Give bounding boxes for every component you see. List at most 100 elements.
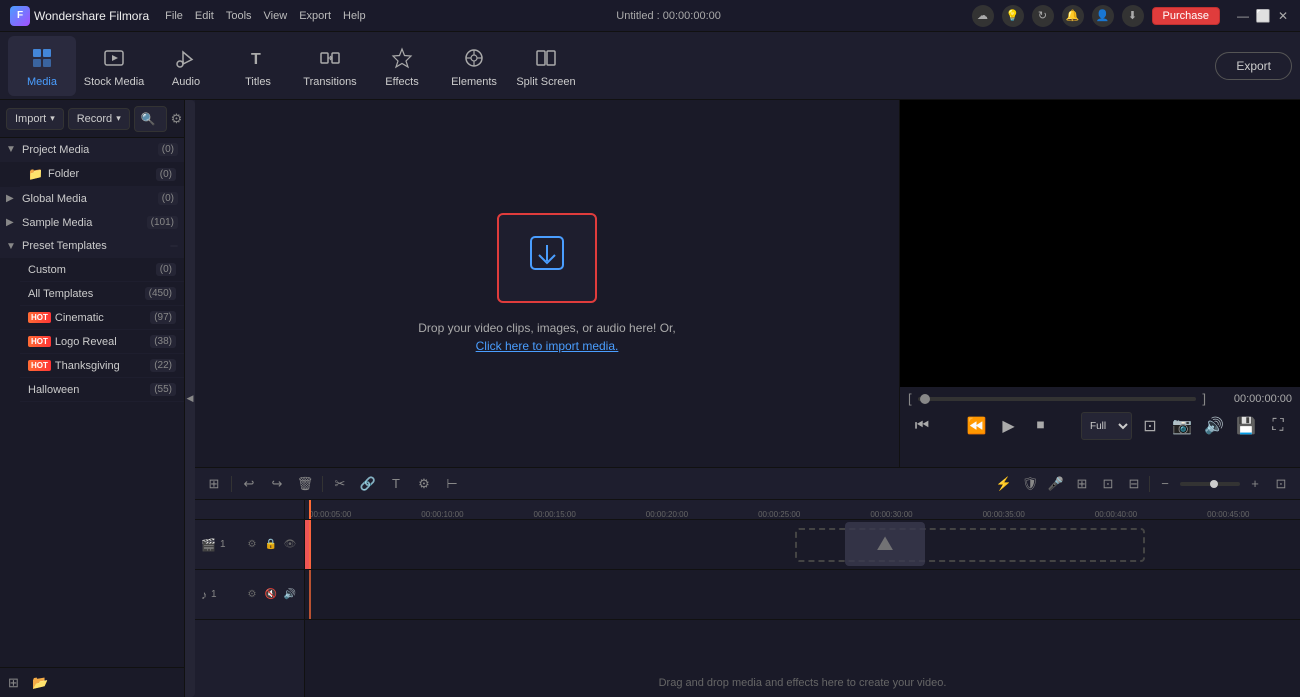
lightbulb-icon[interactable]: 💡 <box>1002 5 1024 27</box>
transitions-label: Transitions <box>303 76 356 88</box>
collapse-panel-button[interactable]: ◀ <box>185 100 195 697</box>
fit-window-button[interactable]: ⊡ <box>1136 412 1164 440</box>
right-panel: [ ] 00:00:00:00 ⏮ ⏪ ▶ ⏹ <box>900 100 1300 467</box>
folder-add-icon[interactable]: 📂 <box>32 675 48 691</box>
maximize-button[interactable]: ⬜ <box>1256 9 1270 23</box>
filter-icon[interactable]: ⚙ <box>171 111 183 127</box>
drop-box[interactable] <box>497 213 597 303</box>
record-button[interactable]: Record ▾ <box>68 108 130 130</box>
preview-slider[interactable] <box>918 397 1197 401</box>
tree-item-thanksgiving[interactable]: HOT Thanksgiving (22) <box>20 354 184 378</box>
download-icon[interactable]: ⬇ <box>1122 5 1144 27</box>
preview-timeline: [ ] 00:00:00:00 <box>908 391 1292 406</box>
split-screen-label: Split Screen <box>516 76 575 88</box>
audio-track-volume[interactable]: 🔊 <box>282 587 298 603</box>
thanksgiving-label: Thanksgiving <box>55 360 150 372</box>
cut-button[interactable]: ✂ <box>329 473 351 495</box>
import-button[interactable]: Import ▾ <box>6 108 64 130</box>
ai-button[interactable]: ⚡ <box>993 473 1015 495</box>
export-button[interactable]: Export <box>1215 52 1292 80</box>
redo-button[interactable]: ↪ <box>266 473 288 495</box>
play-button[interactable]: ▶ <box>995 412 1023 440</box>
preview-handle[interactable] <box>920 394 930 404</box>
delete-button[interactable]: 🗑 <box>294 473 316 495</box>
all-templates-label: All Templates <box>28 288 145 300</box>
audio-label: Audio <box>172 76 200 88</box>
shield-button[interactable]: 🛡 <box>1019 473 1041 495</box>
minimize-button[interactable]: — <box>1236 9 1250 23</box>
menu-file[interactable]: File <box>165 10 183 22</box>
split-button[interactable]: ⊢ <box>441 473 463 495</box>
out-point-button[interactable]: ] <box>1202 391 1206 406</box>
timeline-add-button[interactable]: ⊞ <box>203 473 225 495</box>
text-button[interactable]: T <box>385 473 407 495</box>
save-frame-button[interactable]: 💾 <box>1232 412 1260 440</box>
record-chevron: ▾ <box>116 113 121 124</box>
tool-split-screen[interactable]: Split Screen <box>512 36 580 96</box>
tree-item-cinematic[interactable]: HOT Cinematic (97) <box>20 306 184 330</box>
merge-button[interactable]: ⊞ <box>1071 473 1093 495</box>
cloud-icon[interactable]: ☁ <box>972 5 994 27</box>
zoom-slider[interactable] <box>1180 482 1240 486</box>
stop-button[interactable]: ⏹ <box>1027 412 1055 440</box>
drop-link[interactable]: Click here to import media. <box>476 337 619 355</box>
menu-view[interactable]: View <box>264 10 288 22</box>
bell-icon[interactable]: 🔔 <box>1062 5 1084 27</box>
skip-back-button[interactable]: ⏮ <box>908 412 936 440</box>
fit-timeline-button[interactable]: ⊡ <box>1270 473 1292 495</box>
tool-transitions[interactable]: Transitions <box>296 36 364 96</box>
effects-icon <box>388 44 416 72</box>
tree-item-sample-media[interactable]: ▶ Sample Media (101) <box>0 211 184 235</box>
video-track-visible[interactable]: 👁 <box>282 537 298 553</box>
tool-media[interactable]: Media <box>8 36 76 96</box>
tool-stock-media[interactable]: Stock Media <box>80 36 148 96</box>
adjust-button[interactable]: ⚙ <box>413 473 435 495</box>
screenshot-button[interactable]: 📷 <box>1168 412 1196 440</box>
tree-item-logo-reveal[interactable]: HOT Logo Reveal (38) <box>20 330 184 354</box>
tool-elements[interactable]: Elements <box>440 36 508 96</box>
preview-area <box>900 100 1300 387</box>
tree-item-folder[interactable]: 📁 Folder (0) <box>20 162 184 187</box>
video-track-lock[interactable]: 🔒 <box>263 537 279 553</box>
zoom-in-button[interactable]: + <box>1244 473 1266 495</box>
refresh-icon[interactable]: ↻ <box>1032 5 1054 27</box>
left-panel: Import ▾ Record ▾ 🔍 ⚙ ⊞ ▼ P <box>0 100 185 697</box>
tool-effects[interactable]: Effects <box>368 36 436 96</box>
menu-help[interactable]: Help <box>343 10 366 22</box>
mic-button[interactable]: 🎤 <box>1045 473 1067 495</box>
audio-track-mute[interactable]: 🔇 <box>263 587 279 603</box>
volume-button[interactable]: 🔊 <box>1200 412 1228 440</box>
add-media-icon[interactable]: ⊞ <box>8 675 24 691</box>
tree-item-all-templates[interactable]: All Templates (450) <box>20 282 184 306</box>
preview-controls: [ ] 00:00:00:00 ⏮ ⏪ ▶ ⏹ <box>900 387 1300 467</box>
undo-button[interactable]: ↩ <box>238 473 260 495</box>
tree-item-preset-templates[interactable]: ▼ Preset Templates <box>0 235 184 258</box>
audio-track-settings[interactable]: ⚙ <box>244 587 260 603</box>
in-point-button[interactable]: [ <box>908 391 912 406</box>
motion-button[interactable]: ⊡ <box>1097 473 1119 495</box>
step-back-button[interactable]: ⏪ <box>963 412 991 440</box>
fullscreen-button[interactable]: ⛶ <box>1264 412 1292 440</box>
video-track-settings[interactable]: ⚙ <box>244 537 260 553</box>
zoom-out-button[interactable]: − <box>1154 473 1176 495</box>
menu-edit[interactable]: Edit <box>195 10 214 22</box>
preset-templates-arrow: ▼ <box>6 241 18 252</box>
menu-tools[interactable]: Tools <box>226 10 252 22</box>
search-box: 🔍 <box>134 106 167 132</box>
ruler-mark-3: 00:00:20:00 <box>646 510 688 519</box>
tree-item-custom[interactable]: Custom (0) <box>20 258 184 282</box>
tool-titles[interactable]: T Titles <box>224 36 292 96</box>
menu-export[interactable]: Export <box>299 10 331 22</box>
close-button[interactable]: ✕ <box>1276 9 1290 23</box>
unlink-button[interactable]: 🔗 <box>357 473 379 495</box>
crop-button[interactable]: ⊟ <box>1123 473 1145 495</box>
tree-item-global-media[interactable]: ▶ Global Media (0) <box>0 187 184 211</box>
effects-label: Effects <box>385 76 418 88</box>
zoom-select[interactable]: Full 75% 50% 25% <box>1081 412 1132 440</box>
purchase-button[interactable]: Purchase <box>1152 7 1220 25</box>
tree-item-project-media[interactable]: ▼ Project Media (0) <box>0 138 184 162</box>
title-bar-right: ☁ 💡 ↻ 🔔 👤 ⬇ Purchase — ⬜ ✕ <box>972 5 1290 27</box>
user-avatar[interactable]: 👤 <box>1092 5 1114 27</box>
tool-audio[interactable]: Audio <box>152 36 220 96</box>
tree-item-halloween[interactable]: Halloween (55) <box>20 378 184 402</box>
